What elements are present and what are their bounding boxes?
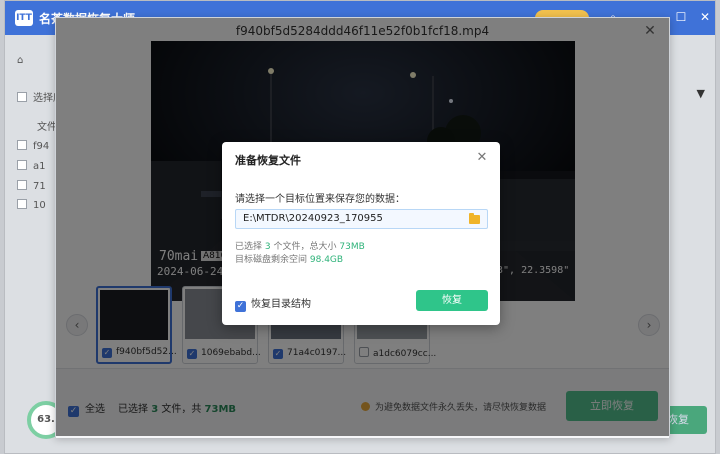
checkmark-icon: ✓ [235, 301, 246, 312]
folder-icon[interactable] [469, 213, 480, 224]
free-space-info: 目标磁盘剩余空间 98.4GB [235, 255, 344, 265]
dialog-recover-button[interactable]: 恢复 [416, 290, 488, 311]
keep-structure-checkbox[interactable]: ✓ 恢复目录结构 [235, 295, 311, 312]
checkbox[interactable] [17, 92, 27, 102]
left-row: ⌂ [17, 55, 23, 66]
checkbox[interactable] [17, 140, 27, 150]
home-icon: ⌂ [17, 55, 24, 66]
checkbox[interactable] [17, 160, 27, 170]
left-row[interactable]: 10 [17, 199, 46, 211]
app-logo: ITT [15, 10, 33, 26]
checkbox[interactable] [17, 199, 27, 209]
left-row[interactable]: 71 [17, 180, 46, 192]
filter-icon[interactable]: ▼ [697, 87, 705, 100]
dialog-title: 准备恢复文件 [235, 154, 301, 167]
restore-button[interactable]: ☐ [673, 9, 689, 25]
destination-path-field[interactable]: E:\MTDR\20240923_170955 [235, 209, 488, 229]
dialog-prompt: 请选择一个目标位置来保存您的数据： [235, 194, 405, 205]
recover-dialog: 准备恢复文件 ✕ 请选择一个目标位置来保存您的数据： E:\MTDR\20240… [222, 142, 500, 325]
checkbox[interactable] [17, 180, 27, 190]
selected-files-info: 已选择 3 个文件，总大小 73MB [235, 242, 365, 252]
app-close-button[interactable]: ✕ [697, 9, 713, 25]
destination-path-value: E:\MTDR\20240923_170955 [243, 213, 383, 224]
left-row: 文件 [37, 122, 57, 133]
dialog-close-button[interactable]: ✕ [474, 150, 490, 166]
left-row[interactable]: f94 [17, 140, 49, 152]
left-row[interactable]: a1 [17, 160, 46, 172]
